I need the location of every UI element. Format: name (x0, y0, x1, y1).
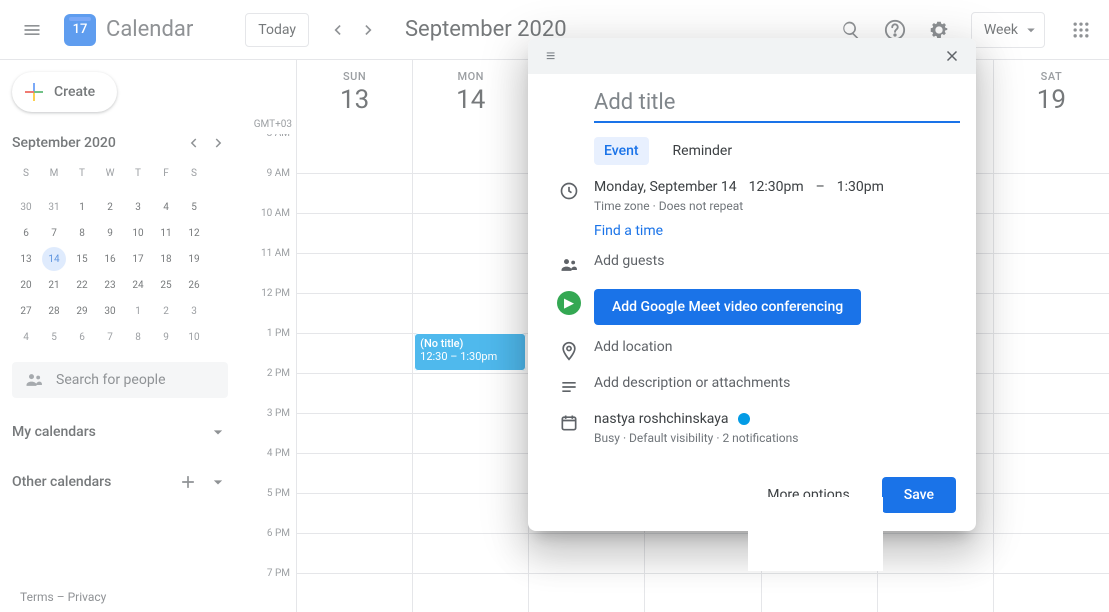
location-icon (559, 341, 579, 361)
clock-icon (559, 181, 579, 201)
description-icon (559, 377, 579, 397)
add-location[interactable]: Add location (594, 339, 960, 355)
quick-create-modal: ≡ Event Reminder Monday, September 14 12… (528, 38, 976, 531)
calendar-icon (559, 413, 579, 433)
close-icon (943, 47, 961, 65)
add-guests[interactable]: Add guests (594, 253, 960, 269)
event-date[interactable]: Monday, September 14 (594, 179, 737, 195)
close-button[interactable] (938, 42, 966, 70)
add-meet-button[interactable]: Add Google Meet video conferencing (594, 289, 861, 325)
event-start[interactable]: 12:30pm (749, 179, 804, 195)
add-description[interactable]: Add description or attachments (594, 375, 960, 391)
event-title-input[interactable] (594, 86, 960, 123)
drag-handle-icon[interactable]: ≡ (546, 46, 555, 66)
tab-event[interactable]: Event (594, 137, 649, 165)
tab-reminder[interactable]: Reminder (663, 137, 743, 165)
owner-color-dot (738, 413, 750, 425)
event-end[interactable]: 1:30pm (837, 179, 884, 195)
owner-sub-info[interactable]: Busy · Default visibility · 2 notificati… (594, 431, 960, 445)
meet-icon: ▶ (557, 291, 581, 315)
owner-name[interactable]: nastya roshchinskaya (594, 411, 728, 427)
find-time-link[interactable]: Find a time (594, 223, 663, 239)
save-button[interactable]: Save (882, 477, 956, 513)
timezone-repeat-info[interactable]: Time zone · Does not repeat (594, 199, 960, 213)
more-options-button[interactable]: More options (753, 479, 864, 511)
people-icon (559, 255, 579, 275)
